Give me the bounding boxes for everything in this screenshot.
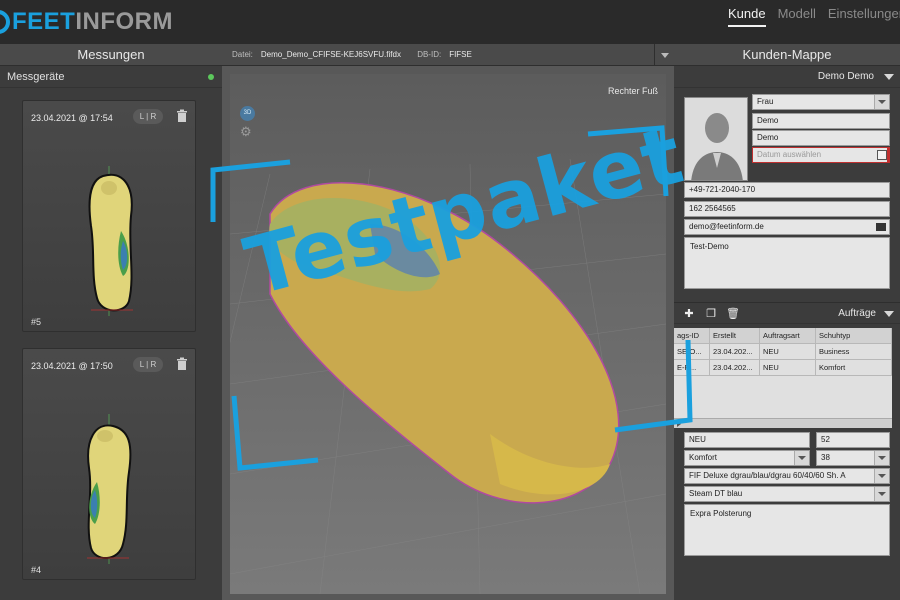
main-nav: Kunde Modell Einstellungen [728, 0, 900, 44]
column-header[interactable]: Erstellt [710, 328, 760, 343]
insole-3d-model [230, 74, 666, 594]
model-view-panel: Datei: Demo_Demo_CFIFSE-KEJ6SVFU.fifdx DB… [222, 44, 674, 600]
foot-pressure-image [87, 414, 132, 564]
order-count-field[interactable]: 52 [816, 432, 890, 448]
salutation-select[interactable]: Frau [752, 94, 890, 110]
size-select[interactable]: 38 [816, 450, 890, 466]
person-silhouette-icon [685, 98, 747, 180]
column-header[interactable]: ags-ID [674, 328, 710, 343]
view-3d-button[interactable]: 3D [240, 106, 255, 121]
logo-mark-icon [0, 10, 10, 34]
delete-measurement-icon[interactable] [175, 109, 189, 123]
measurements-panel: Messungen Messgeräte 23.04.2021 @ 17:54 … [0, 44, 222, 600]
cover-select[interactable]: Steam DT blau [684, 486, 890, 502]
nav-tab-einstellungen[interactable]: Einstellungen [828, 6, 900, 27]
devices-header: Messgeräte [0, 66, 222, 88]
mail-icon[interactable] [876, 223, 886, 231]
chevron-down-icon [878, 100, 886, 104]
column-header[interactable]: Auftragsart [760, 328, 816, 343]
table-row[interactable]: SE-O... 23.04.202... NEU Business [674, 344, 892, 360]
customer-name: Demo Demo [817, 71, 874, 82]
extra-notes-textarea[interactable]: Expra Polsterung [684, 504, 890, 556]
phone-field[interactable]: +49-721-2040-170 [684, 182, 890, 198]
calendar-icon[interactable] [877, 150, 887, 160]
add-order-icon[interactable]: ✚ [682, 307, 696, 321]
db-id-label: DB-ID: [417, 50, 442, 59]
email-field[interactable]: demo@feetinform.de [684, 219, 890, 235]
left-right-toggle[interactable]: L | R [133, 109, 163, 124]
file-dropdown-button[interactable] [654, 44, 674, 66]
column-header[interactable]: Schuhtyp [816, 328, 892, 343]
table-scrollbar[interactable] [674, 418, 892, 428]
top-bar: FEETINFORM Kunde Modell Einstellungen [0, 0, 900, 44]
mobile-field[interactable]: 162 2564565 [684, 201, 890, 217]
measurements-title: Messungen [0, 44, 222, 66]
delete-measurement-icon[interactable] [175, 357, 189, 371]
chevron-down-icon [878, 456, 886, 460]
file-name: Demo_Demo_CFIFSE-KEJ6SVFU.fifdx [260, 50, 401, 59]
measurement-date: 23.04.2021 @ 17:54 [31, 113, 113, 123]
chevron-down-icon [878, 474, 886, 478]
delete-order-icon[interactable]: 🗑 [726, 307, 740, 321]
customer-panel: Kunden-Mappe Demo Demo Frau Demo Demo Da… [674, 44, 900, 600]
chevron-down-icon [798, 456, 806, 460]
measurement-date: 23.04.2021 @ 17:50 [31, 361, 113, 371]
side-label: Rechter Fuß [607, 86, 658, 96]
nav-tab-modell[interactable]: Modell [778, 6, 816, 27]
orders-table: ags-ID Erstellt Auftragsart Schuhtyp SE-… [674, 328, 892, 420]
left-right-toggle[interactable]: L | R [133, 357, 163, 372]
table-row[interactable]: E-R... 23.04.202... NEU Komfort [674, 360, 892, 376]
chevron-down-icon[interactable] [884, 74, 894, 80]
app-logo: FEETINFORM [0, 8, 173, 36]
order-type-field[interactable]: NEU [684, 432, 810, 448]
copy-order-icon[interactable]: ❐ [704, 307, 718, 321]
foot-pressure-image [88, 166, 133, 316]
nav-tab-kunde[interactable]: Kunde [728, 6, 766, 27]
measurement-card[interactable]: 23.04.2021 @ 17:54 L | R #5 [22, 100, 196, 332]
logo-text-part1: FEET [12, 8, 76, 35]
app-window: FEETINFORM Kunde Modell Einstellungen Me… [0, 0, 900, 600]
db-id-value: FIFSE [449, 50, 472, 59]
device-status-icon [208, 74, 214, 80]
chevron-down-icon [878, 492, 886, 496]
devices-label: Messgeräte [7, 71, 65, 83]
customer-folder-title: Kunden-Mappe [674, 44, 900, 66]
file-info-bar: Datei: Demo_Demo_CFIFSE-KEJ6SVFU.fifdx DB… [222, 44, 674, 66]
gear-icon[interactable]: ⚙ [240, 124, 252, 140]
comfort-select[interactable]: Komfort [684, 450, 810, 466]
avatar[interactable] [684, 97, 748, 181]
measurement-number: #4 [31, 565, 42, 575]
table-header: ags-ID Erstellt Auftragsart Schuhtyp [674, 328, 892, 344]
chevron-down-icon[interactable] [884, 311, 894, 317]
material-select[interactable]: FIF Deluxe dgrau/blau/dgrau 60/40/60 Sh.… [684, 468, 890, 484]
birthdate-field[interactable]: Datum auswählen [752, 147, 890, 163]
orders-toolbar: ✚ ❐ 🗑 Aufträge [674, 302, 900, 324]
notes-textarea[interactable]: Test-Demo [684, 237, 890, 289]
logo-text-part2: INFORM [75, 8, 173, 35]
customer-selector[interactable]: Demo Demo [674, 66, 900, 88]
3d-viewport[interactable]: Rechter Fuß 3D ⚙ [230, 74, 666, 594]
measurement-number: #5 [31, 317, 42, 327]
file-label: Datei: [232, 50, 253, 59]
first-name-field[interactable]: Demo [752, 113, 890, 129]
orders-label: Aufträge [838, 308, 876, 319]
measurement-card[interactable]: 23.04.2021 @ 17:50 L | R #4 [22, 348, 196, 580]
last-name-field[interactable]: Demo [752, 130, 890, 146]
